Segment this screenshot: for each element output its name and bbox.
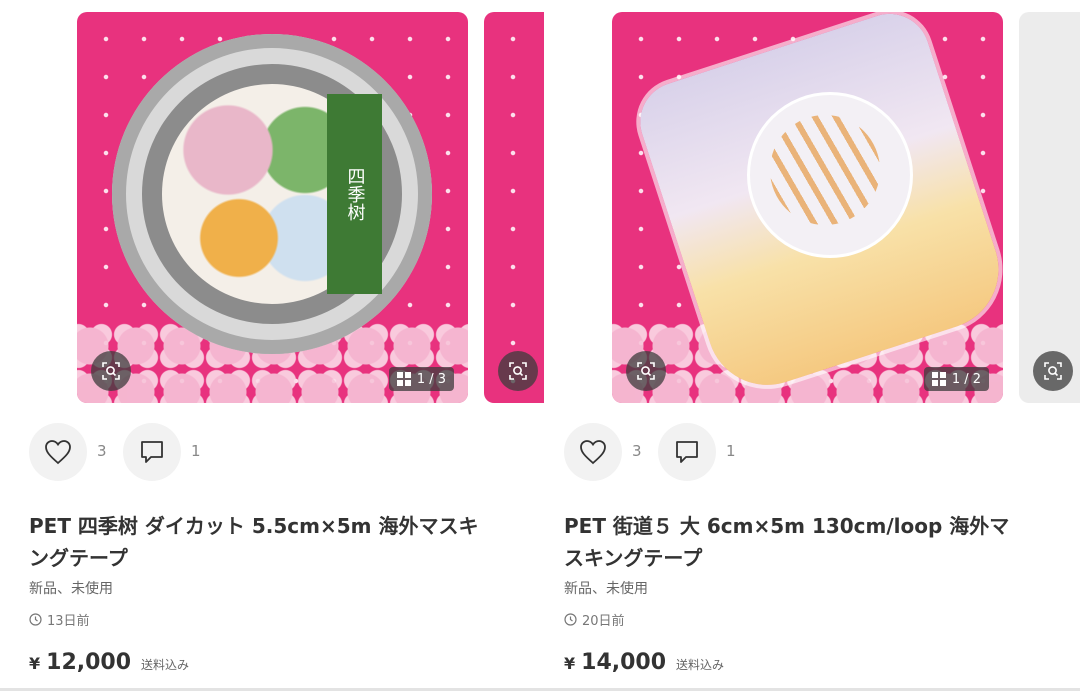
image-counter-text: 1 / 3 [416,371,446,387]
product-card[interactable]: 1 / 2 3 1 PET 街道５ 大 6cm×5m 130cm/loop 海外… [564,0,1080,691]
clock-icon [564,613,577,626]
currency-symbol: ¥ [564,654,576,673]
image-search-button[interactable] [1033,351,1073,391]
comment-button[interactable] [123,423,181,481]
product-image[interactable]: 四季树 1 / 3 [77,12,468,403]
like-count: 3 [632,442,642,460]
lens-search-icon [102,362,120,380]
grid-icon [396,372,411,386]
image-search-button[interactable] [626,351,666,391]
heart-icon [45,440,71,465]
masking-tape-roll: 四季树 [112,34,432,354]
next-image-peek[interactable] [484,12,544,403]
shipping-note: 送料込み [676,658,725,672]
posted-time-text: 13日前 [47,614,90,629]
item-condition: 新品、未使用 [29,581,113,597]
product-card[interactable]: 四季树 1 / 3 3 1 PET 四季树 ダイカット 5.5cm×5m 海外マ… [29,0,544,691]
price-amount: 14,000 [581,650,667,675]
posted-time: 13日前 [29,610,90,629]
comment-count: 1 [726,442,736,460]
image-search-button[interactable] [498,351,538,391]
lens-search-icon [509,362,527,380]
price-amount: 12,000 [46,650,132,675]
image-counter: 1 / 3 [388,367,454,391]
like-button[interactable] [564,423,622,481]
image-search-button[interactable] [91,351,131,391]
comment-count: 1 [191,442,201,460]
heart-icon [580,440,606,465]
item-condition: 新品、未使用 [564,581,648,597]
image-counter-text: 1 / 2 [951,371,981,387]
comment-button[interactable] [658,423,716,481]
price: ¥ 12,000 送料込み [29,650,189,675]
tape-label: 四季树 [327,94,382,294]
comment-icon [141,441,163,463]
product-image[interactable]: 1 / 2 [612,12,1003,403]
next-image-peek[interactable] [1019,12,1080,403]
product-title[interactable]: PET 街道５ 大 6cm×5m 130cm/loop 海外マスキングテープ [564,510,1024,574]
lens-search-icon [1044,362,1062,380]
comment-icon [676,441,698,463]
like-count: 3 [97,442,107,460]
price: ¥ 14,000 送料込み [564,650,724,675]
like-button[interactable] [29,423,87,481]
currency-symbol: ¥ [29,654,41,673]
shipping-note: 送料込み [141,658,190,672]
lens-search-icon [637,362,655,380]
grid-icon [931,372,946,386]
tape-artwork [747,92,913,258]
posted-time-text: 20日前 [582,614,625,629]
posted-time: 20日前 [564,610,625,629]
background-dots [484,12,544,403]
image-counter: 1 / 2 [923,367,989,391]
clock-icon [29,613,42,626]
product-title[interactable]: PET 四季树 ダイカット 5.5cm×5m 海外マスキングテープ [29,510,489,574]
